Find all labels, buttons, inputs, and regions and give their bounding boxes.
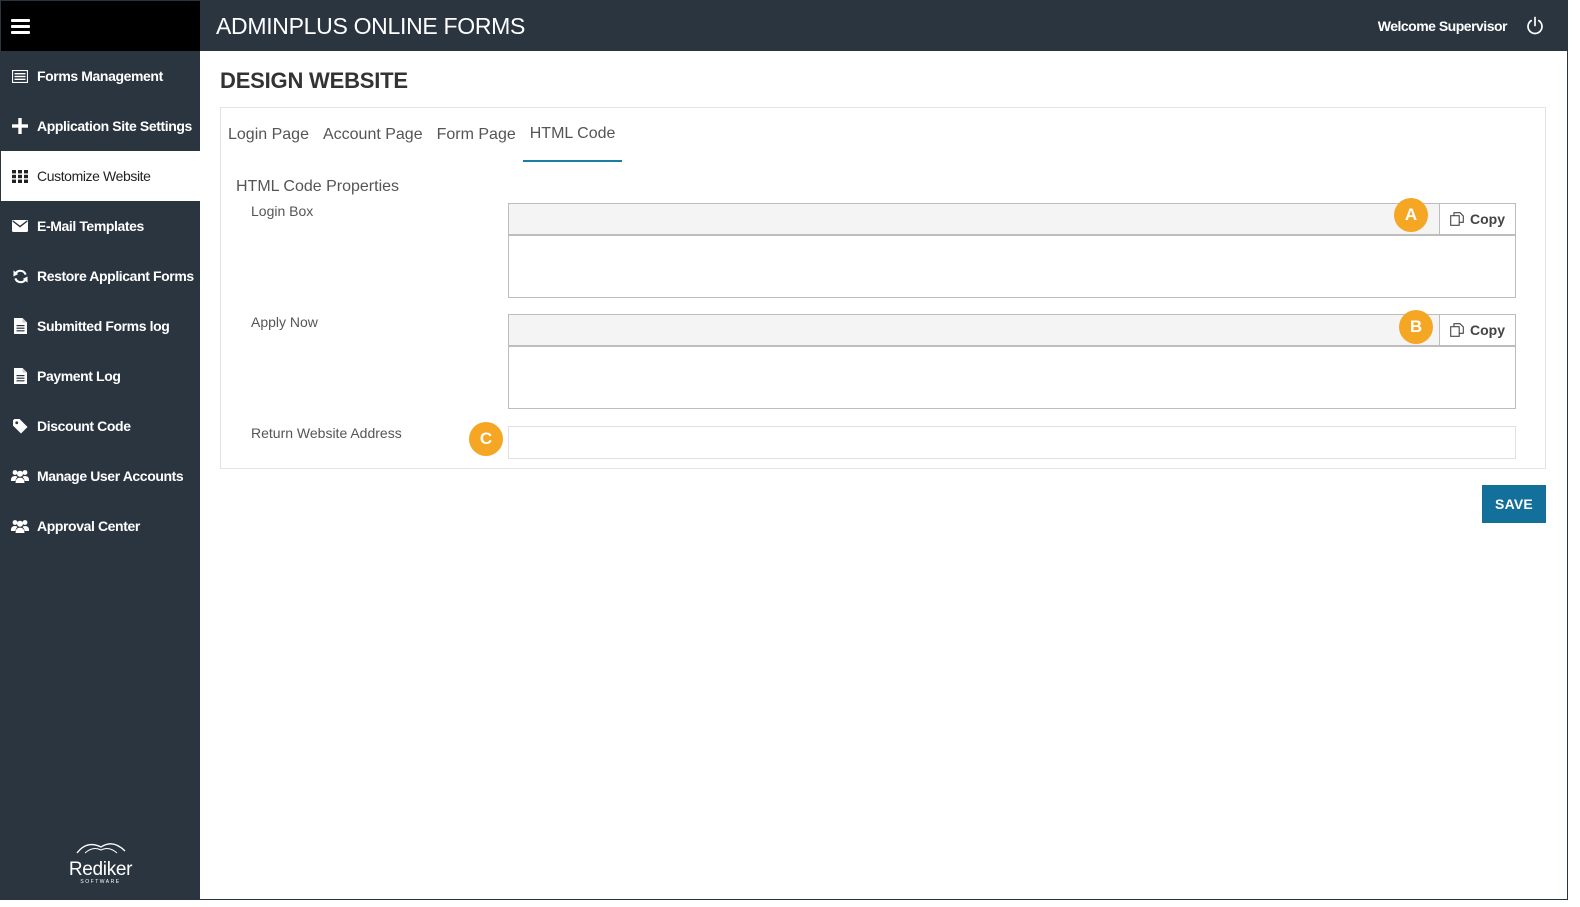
sidebar-item-email-templates[interactable]: E-Mail Templates [1,201,200,251]
sidebar-item-customize-website[interactable]: Customize Website [1,151,200,201]
login-box-copy-button[interactable]: Copy [1439,203,1516,235]
copy-icon [1450,323,1464,337]
apply-now-code-group: Copy [508,314,1516,346]
apply-now-textarea[interactable] [508,346,1516,409]
sidebar-item-discount-code[interactable]: Discount Code [1,401,200,451]
sidebar-item-label: Submitted Forms log [37,318,170,334]
sidebar-item-application-site-settings[interactable]: Application Site Settings [1,101,200,151]
sidebar-item-label: Application Site Settings [37,118,192,134]
sidebar-item-payment-log[interactable]: Payment Log [1,351,200,401]
sidebar-item-label: Restore Applicant Forms [37,268,194,284]
logo-brand: Rediker [68,859,133,880]
callout-marker-c: C [469,422,503,456]
apply-now-label: Apply Now [251,314,318,330]
return-address-label: Return Website Address [251,425,402,441]
login-box-label: Login Box [251,203,314,219]
plus-icon [11,118,29,134]
design-panel: Login Page Account Page Form Page HTML C… [220,107,1546,469]
sidebar-item-label: Discount Code [37,418,131,434]
login-box-code-input[interactable] [508,203,1439,235]
login-box-code-group: Copy [508,203,1516,235]
sidebar-item-manage-user-accounts[interactable]: Manage User Accounts [1,451,200,501]
app-window: Forms Management Application Site Settin… [0,0,1568,900]
power-icon[interactable] [1525,16,1545,36]
tab-login-page[interactable]: Login Page [221,108,316,162]
callout-marker-a: A [1394,198,1428,232]
sidebar: Forms Management Application Site Settin… [1,1,200,899]
sidebar-nav: Forms Management Application Site Settin… [1,51,200,551]
apply-now-code-input[interactable] [508,314,1439,346]
sidebar-item-approval-center[interactable]: Approval Center [1,501,200,551]
logo-sub: SOFTWARE [80,879,121,885]
login-box-textarea[interactable] [508,235,1516,298]
sidebar-item-label: E-Mail Templates [37,218,144,234]
rediker-logo: Rediker SOFTWARE [1,841,200,885]
page-title: DESIGN WEBSITE [220,68,408,93]
tab-form-page[interactable]: Form Page [430,108,523,162]
copy-icon [1450,212,1464,226]
refresh-icon [11,268,29,284]
top-header: ADMINPLUS ONLINE FORMS Welcome Superviso… [200,1,1567,51]
logo-mark-icon [75,843,125,854]
envelope-icon [11,218,29,234]
grid-icon [11,168,29,184]
sidebar-item-label: Forms Management [37,68,163,84]
callout-marker-b: B [1399,310,1433,344]
sidebar-item-label: Payment Log [37,368,121,384]
users-icon [11,518,29,534]
sidebar-item-label: Approval Center [37,518,140,534]
copy-label: Copy [1470,322,1505,338]
welcome-text: Welcome Supervisor [1377,18,1508,34]
sidebar-item-restore-applicant-forms[interactable]: Restore Applicant Forms [1,251,200,301]
sidebar-item-forms-management[interactable]: Forms Management [1,51,200,101]
sidebar-item-label: Customize Website [37,168,151,184]
forms-list-icon [11,68,29,84]
hamburger-menu-icon[interactable] [11,18,30,34]
apply-now-copy-button[interactable]: Copy [1439,314,1516,346]
main-content: DESIGN WEBSITE Login Page Account Page F… [200,51,1567,899]
tag-icon [11,418,29,434]
copy-label: Copy [1470,211,1505,227]
sidebar-item-submitted-forms-log[interactable]: Submitted Forms log [1,301,200,351]
save-button[interactable]: SAVE [1482,485,1546,523]
document-icon [11,318,29,334]
sidebar-item-label: Manage User Accounts [37,468,184,484]
tab-bar: Login Page Account Page Form Page HTML C… [221,108,623,162]
return-address-input[interactable] [508,426,1516,459]
section-title: HTML Code Properties [236,178,400,195]
sidebar-top [1,1,200,51]
tab-account-page[interactable]: Account Page [316,108,430,162]
document-icon [11,368,29,384]
tab-html-code[interactable]: HTML Code [522,108,623,162]
users-icon [11,468,29,484]
app-title: ADMINPLUS ONLINE FORMS [216,13,526,39]
